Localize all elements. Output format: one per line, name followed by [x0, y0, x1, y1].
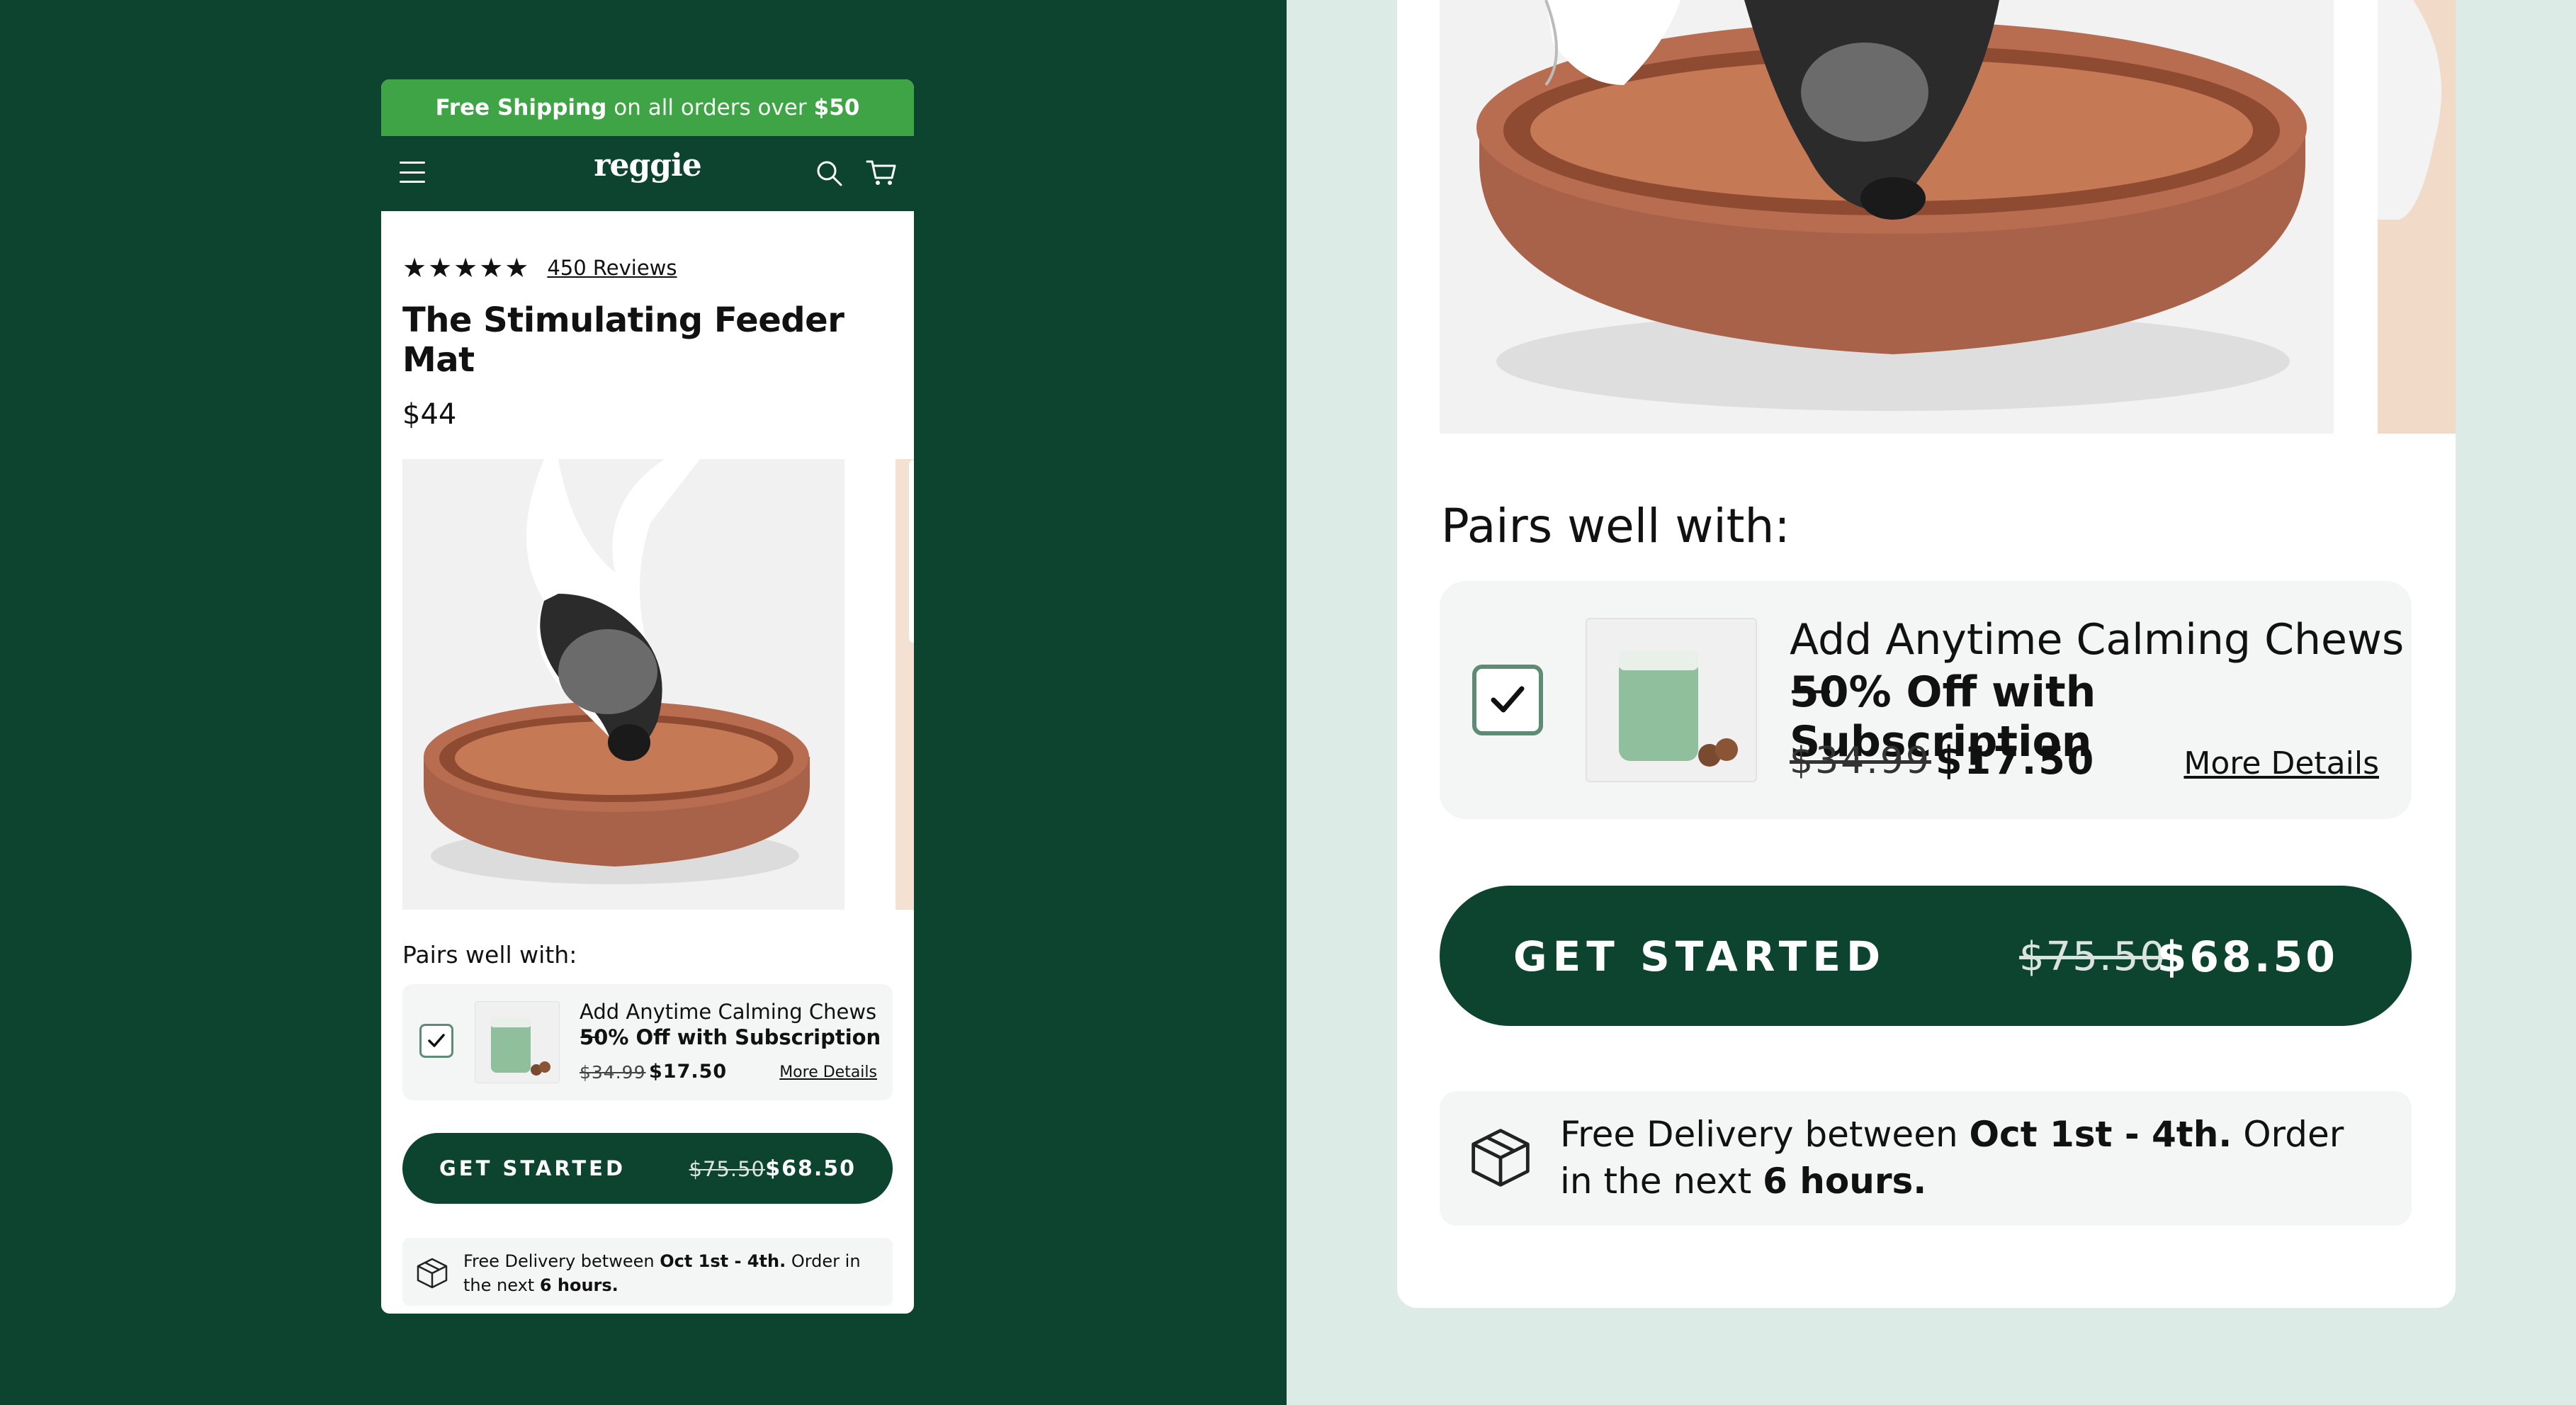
zoomed-delivery-dates: Oct 1st - 4th. [1969, 1114, 2232, 1155]
zoomed-delivery-hours: 6 hours. [1763, 1161, 1927, 1202]
cta-old-price: $75.50 [689, 1157, 765, 1181]
promo-text: on all orders over [614, 95, 807, 120]
product-price: $44 [402, 398, 457, 431]
zoomed-package-icon [1471, 1129, 1530, 1187]
product-gallery[interactable] [402, 459, 914, 910]
addon-new-price: $17.50 [649, 1061, 728, 1083]
more-details-link[interactable]: More Details [779, 1063, 877, 1081]
zoomed-delivery-text: Free Delivery between Oct 1st - 4th. Ord… [1560, 1111, 2383, 1204]
zoomed-addon-new-price: $17.50 [1936, 738, 2096, 783]
cta-label: GET STARTED [439, 1156, 626, 1180]
delivery-info: Free Delivery between Oct 1st - 4th. Ord… [402, 1238, 893, 1306]
product-section: ★★★★★ 450 Reviews The Stimulating Feeder… [381, 252, 914, 1306]
addon-offer: 50% Off with Subscription [580, 1025, 881, 1049]
zoomed-detail-card: Pairs well with: Add Anytime Calming Che… [1397, 0, 2456, 1308]
product-title: The Stimulating Feeder Mat [402, 300, 844, 380]
package-icon [417, 1258, 448, 1289]
delivery-dates: Oct 1st - 4th. [660, 1251, 786, 1271]
zoomed-addon-card[interactable]: Add Anytime Calming Chews — 50% Off with… [1440, 581, 2412, 819]
star-rating: ★★★★★ [402, 252, 531, 283]
next-image-peek[interactable] [896, 459, 914, 910]
zoomed-get-started-button[interactable]: GET STARTED $75.50 $68.50 [1440, 886, 2412, 1026]
top-nav: reggie [381, 136, 914, 211]
cart-icon[interactable] [866, 159, 897, 187]
product-image-dog-feeder-mat[interactable] [402, 459, 844, 910]
delivery-text-1: Free Delivery between [463, 1251, 660, 1271]
zoomed-calming-chews-thumbnail [1586, 618, 1757, 782]
search-icon[interactable] [815, 159, 843, 187]
promo-bar: Free Shipping on all orders over $50 [381, 79, 914, 136]
zoomed-more-details-link[interactable]: More Details [2184, 745, 2379, 782]
zoomed-cta-new-price: $68.50 [2157, 932, 2338, 982]
promo-free-shipping: Free Shipping [435, 95, 607, 120]
phone-mockup: Free Shipping on all orders over $50 reg… [381, 79, 914, 1314]
checkmark-icon [428, 1034, 445, 1047]
calming-chews-thumbnail [475, 1001, 560, 1083]
zoomed-next-image-peek[interactable] [2378, 0, 2456, 434]
addon-checkbox[interactable] [419, 1024, 453, 1058]
zoomed-addon-checkbox[interactable] [1472, 665, 1543, 735]
addon-old-price: $34.99 [580, 1062, 646, 1083]
zoomed-addon-old-price: $34.99 [1790, 740, 1931, 782]
left-background-panel: Free Shipping on all orders over $50 reg… [0, 0, 1287, 1405]
reviews-link[interactable]: 450 Reviews [547, 256, 677, 280]
addon-card[interactable]: Add Anytime Calming Chews — 50% Off with… [402, 984, 893, 1100]
delivery-hours: 6 hours. [539, 1275, 618, 1295]
zoomed-product-image[interactable] [1440, 0, 2334, 434]
zoomed-checkmark-icon [1491, 686, 1525, 713]
zoomed-cta-label: GET STARTED [1513, 932, 1887, 981]
pairs-heading: Pairs well with: [402, 941, 577, 969]
get-started-button[interactable]: GET STARTED $75.50 $68.50 [402, 1133, 893, 1204]
zoomed-delivery-text-1: Free Delivery between [1560, 1114, 1970, 1155]
cta-new-price: $68.50 [765, 1156, 856, 1181]
rating-row: ★★★★★ 450 Reviews [402, 252, 893, 283]
zoomed-cta-old-price: $75.50 [2019, 934, 2167, 980]
delivery-text: Free Delivery between Oct 1st - 4th. Ord… [463, 1249, 879, 1297]
zoomed-pairs-heading: Pairs well with: [1441, 499, 1790, 553]
zoomed-delivery-info: Free Delivery between Oct 1st - 4th. Ord… [1440, 1091, 2412, 1226]
promo-threshold: $50 [813, 95, 860, 120]
